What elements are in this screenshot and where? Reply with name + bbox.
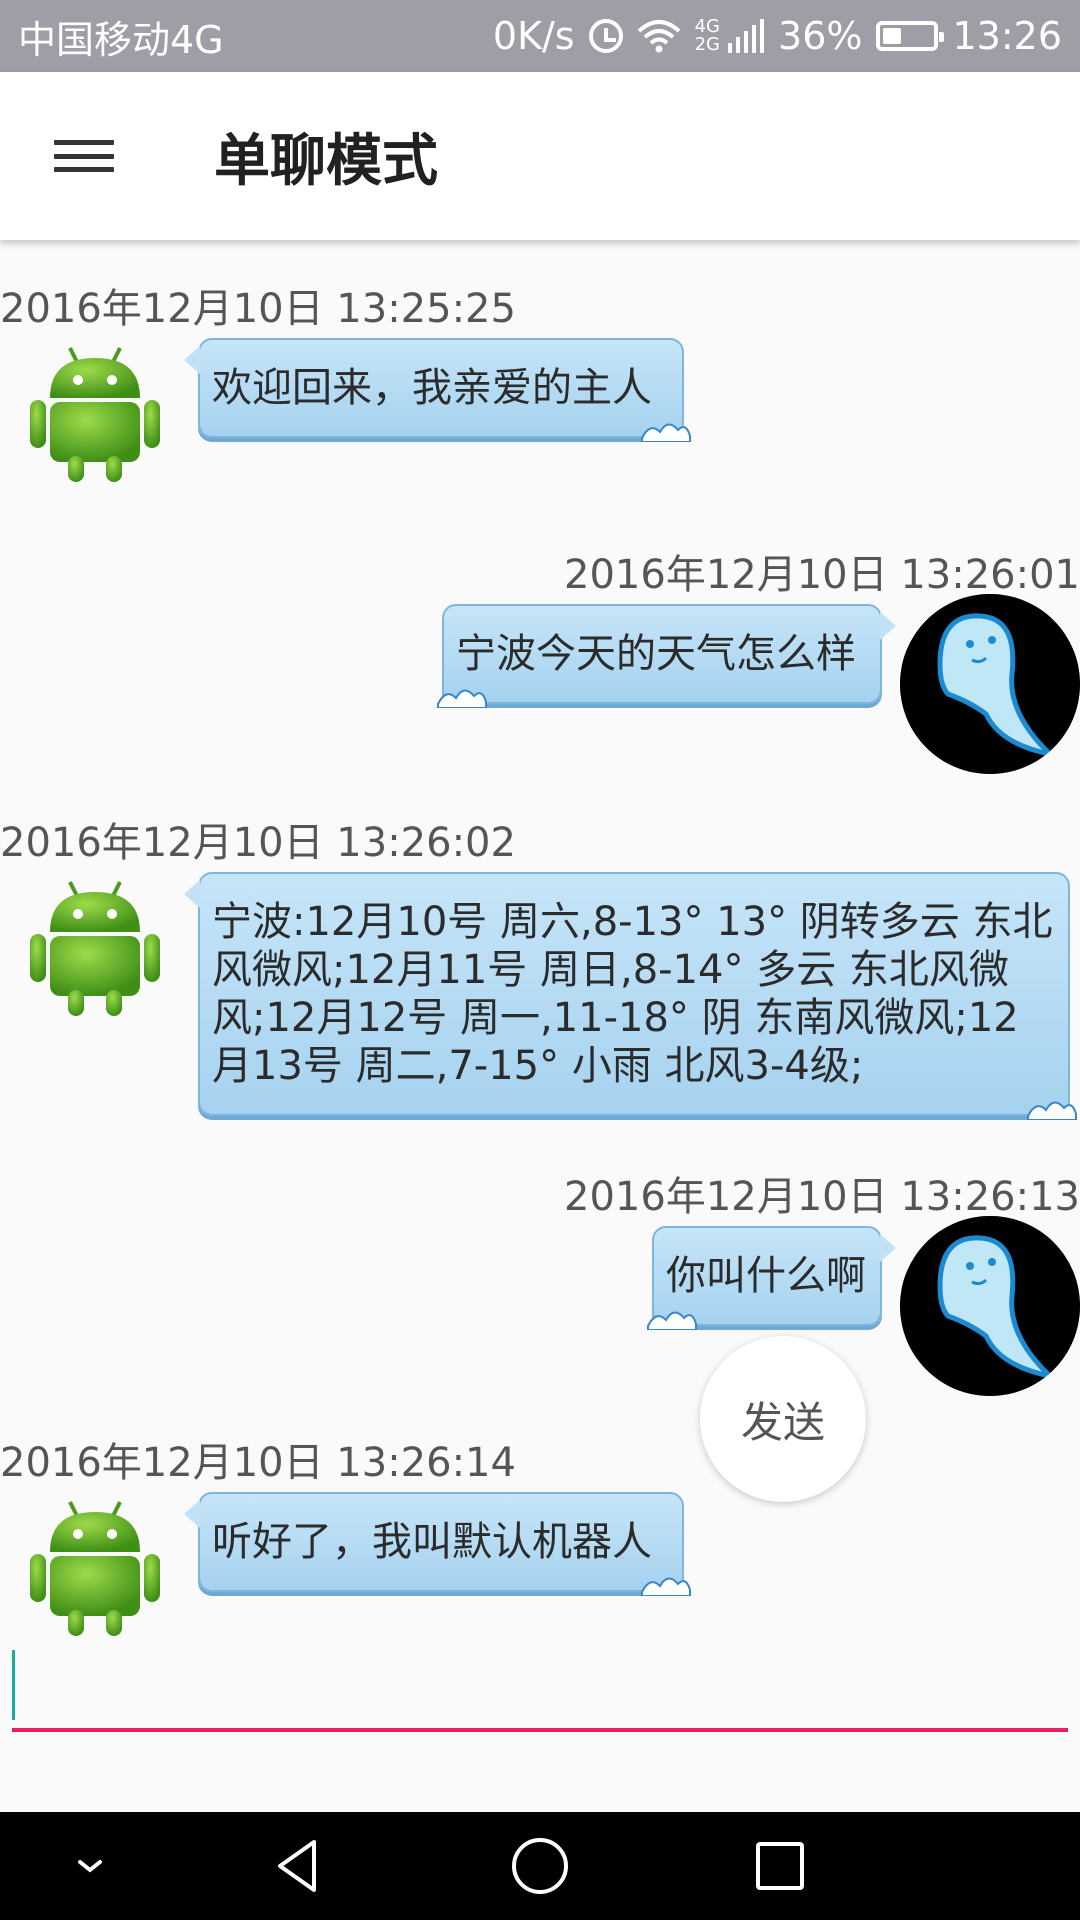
- signal-icon: [728, 19, 765, 53]
- wave-decoration-icon: [1027, 1101, 1077, 1120]
- message-input[interactable]: [12, 1648, 1068, 1732]
- message-text: 宁波:12月10号 周六,8-13° 13° 阴转多云 东北风微风;12月11号…: [212, 899, 1053, 1089]
- send-button[interactable]: 发送: [700, 1336, 866, 1502]
- status-time: 13:26: [952, 14, 1062, 58]
- page-title: 单聊模式: [214, 128, 438, 194]
- message-text: 你叫什么啊: [666, 1253, 866, 1299]
- message-text: 宁波今天的天气怎么样: [456, 631, 856, 677]
- status-right: 0K/s 4G 2G 36% 13:26: [493, 14, 1062, 58]
- battery-level-fill: [883, 28, 901, 44]
- alarm-icon: [588, 19, 623, 53]
- text-cursor: [12, 1650, 15, 1720]
- wave-decoration-icon: [641, 423, 691, 442]
- received-message-bubble[interactable]: 宁波:12月10号 周六,8-13° 13° 阴转多云 东北风微风;12月11号…: [184, 872, 1077, 1120]
- message-timestamp: 2016年12月10日 13:26:02: [0, 820, 516, 866]
- message-timestamp: 2016年12月10日 13:26:13: [564, 1174, 1080, 1220]
- network-type-bottom: 2G: [694, 34, 721, 55]
- received-message-bubble[interactable]: 听好了，我叫默认机器人: [184, 1492, 691, 1596]
- message-timestamp: 2016年12月10日 13:25:25: [0, 286, 516, 332]
- home-circle-icon[interactable]: [508, 1834, 572, 1898]
- message-timestamp: 2016年12月10日 13:26:01: [564, 552, 1080, 598]
- blue-ghost-avatar[interactable]: [900, 1216, 1080, 1396]
- android-robot-avatar[interactable]: [20, 872, 180, 1032]
- carrier-label: 中国移动4G: [18, 17, 224, 62]
- received-message-bubble[interactable]: 欢迎回来，我亲爱的主人: [184, 338, 691, 442]
- wave-decoration-icon: [437, 689, 487, 708]
- back-triangle-icon[interactable]: [268, 1834, 332, 1898]
- message-timestamp: 2016年12月10日 13:26:14: [0, 1440, 516, 1486]
- sent-message-bubble[interactable]: 宁波今天的天气怎么样: [437, 604, 896, 708]
- status-bar: 中国移动4G 0K/s 4G 2G 36% 13:26: [0, 0, 1080, 72]
- blue-ghost-avatar[interactable]: [900, 594, 1080, 774]
- recents-square-icon[interactable]: [748, 1834, 812, 1898]
- navigation-bar: [0, 1812, 1080, 1920]
- app-bar: 单聊模式: [0, 72, 1080, 240]
- message-list[interactable]: 2016年12月10日 13:25:25 欢迎回来，我亲爱的主人 2016年12…: [0, 250, 1080, 1650]
- hamburger-menu-icon[interactable]: [54, 134, 114, 178]
- android-robot-avatar[interactable]: [20, 1492, 180, 1652]
- message-text: 欢迎回来，我亲爱的主人: [212, 365, 652, 411]
- wifi-icon: [637, 20, 680, 53]
- network-speed: 0K/s: [492, 14, 575, 58]
- message-text: 听好了，我叫默认机器人: [212, 1519, 652, 1565]
- chat-screen: 中国移动4G 0K/s 4G 2G 36% 13:26 单聊模式 2016年12…: [0, 0, 1080, 1920]
- sent-message-bubble[interactable]: 你叫什么啊: [647, 1226, 896, 1330]
- network-type: 4G 2G: [695, 18, 720, 54]
- wave-decoration-icon: [647, 1311, 697, 1330]
- android-robot-avatar[interactable]: [20, 338, 180, 498]
- battery-icon: [876, 21, 945, 51]
- chevron-down-icon[interactable]: [58, 1834, 122, 1898]
- battery-percent: 36%: [778, 14, 863, 58]
- wave-decoration-icon: [641, 1577, 691, 1596]
